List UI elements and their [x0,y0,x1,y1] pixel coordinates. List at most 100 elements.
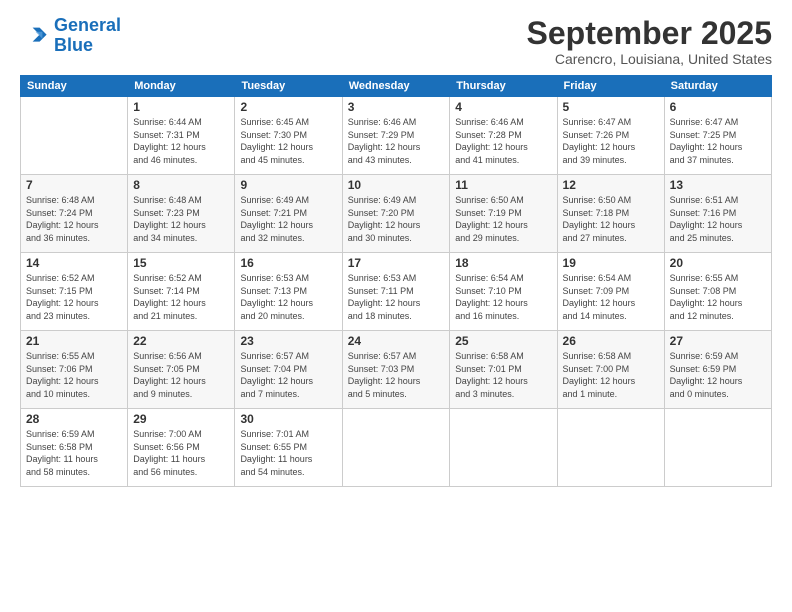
day-info: Sunrise: 6:59 AM Sunset: 6:58 PM Dayligh… [26,428,122,478]
day-number: 22 [133,334,229,348]
day-number: 28 [26,412,122,426]
day-number: 29 [133,412,229,426]
day-info: Sunrise: 6:54 AM Sunset: 7:09 PM Dayligh… [563,272,659,322]
logo-icon [20,22,48,50]
day-number: 13 [670,178,766,192]
header: General Blue September 2025 Carencro, Lo… [20,16,772,67]
calendar-cell: 15 Sunrise: 6:52 AM Sunset: 7:14 PM Dayli… [128,253,235,331]
calendar-week-2: 7Sunrise: 6:48 AM Sunset: 7:24 PM Daylig… [21,175,772,253]
day-info: Sunrise: 6:44 AM Sunset: 7:31 PM Dayligh… [133,116,229,166]
calendar-cell: 11 Sunrise: 6:50 AM Sunset: 7:19 PM Dayli… [450,175,557,253]
calendar-week-1: 1 Sunrise: 6:44 AM Sunset: 7:31 PM Daylig… [21,97,772,175]
col-sunday: Sunday [21,76,128,97]
calendar-cell: 7Sunrise: 6:48 AM Sunset: 7:24 PM Daylig… [21,175,128,253]
day-number: 24 [348,334,445,348]
col-monday: Monday [128,76,235,97]
day-info: Sunrise: 6:46 AM Sunset: 7:29 PM Dayligh… [348,116,445,166]
day-number: 25 [455,334,551,348]
calendar-cell [450,409,557,487]
calendar-cell: 18Sunrise: 6:54 AM Sunset: 7:10 PM Dayli… [450,253,557,331]
day-number: 7 [26,178,122,192]
day-info: Sunrise: 6:58 AM Sunset: 7:01 PM Dayligh… [455,350,551,400]
calendar-cell: 1 Sunrise: 6:44 AM Sunset: 7:31 PM Daylig… [128,97,235,175]
calendar-week-4: 21Sunrise: 6:55 AM Sunset: 7:06 PM Dayli… [21,331,772,409]
calendar-week-3: 14 Sunrise: 6:52 AM Sunset: 7:15 PM Dayli… [21,253,772,331]
day-number: 16 [240,256,336,270]
day-number: 18 [455,256,551,270]
day-info: Sunrise: 6:50 AM Sunset: 7:18 PM Dayligh… [563,194,659,244]
day-info: Sunrise: 6:48 AM Sunset: 7:23 PM Dayligh… [133,194,229,244]
day-number: 4 [455,100,551,114]
day-info: Sunrise: 6:55 AM Sunset: 7:08 PM Dayligh… [670,272,766,322]
day-info: Sunrise: 6:49 AM Sunset: 7:20 PM Dayligh… [348,194,445,244]
day-info: Sunrise: 6:58 AM Sunset: 7:00 PM Dayligh… [563,350,659,400]
day-number: 10 [348,178,445,192]
calendar-table: Sunday Monday Tuesday Wednesday Thursday… [20,75,772,487]
calendar-cell: 19 Sunrise: 6:54 AM Sunset: 7:09 PM Dayli… [557,253,664,331]
calendar-cell: 9 Sunrise: 6:49 AM Sunset: 7:21 PM Daylig… [235,175,342,253]
day-number: 8 [133,178,229,192]
day-info: Sunrise: 6:52 AM Sunset: 7:14 PM Dayligh… [133,272,229,322]
calendar-cell: 10 Sunrise: 6:49 AM Sunset: 7:20 PM Dayli… [342,175,450,253]
day-number: 20 [670,256,766,270]
calendar-cell: 23 Sunrise: 6:57 AM Sunset: 7:04 PM Dayli… [235,331,342,409]
month-title: September 2025 [527,16,772,51]
day-info: Sunrise: 7:00 AM Sunset: 6:56 PM Dayligh… [133,428,229,478]
calendar-week-5: 28 Sunrise: 6:59 AM Sunset: 6:58 PM Dayli… [21,409,772,487]
calendar-cell: 4 Sunrise: 6:46 AM Sunset: 7:28 PM Daylig… [450,97,557,175]
day-number: 17 [348,256,445,270]
calendar-cell: 17 Sunrise: 6:53 AM Sunset: 7:11 PM Dayli… [342,253,450,331]
logo-line1: General [54,15,121,35]
calendar-cell: 24 Sunrise: 6:57 AM Sunset: 7:03 PM Dayli… [342,331,450,409]
day-info: Sunrise: 6:49 AM Sunset: 7:21 PM Dayligh… [240,194,336,244]
calendar-cell: 28 Sunrise: 6:59 AM Sunset: 6:58 PM Dayli… [21,409,128,487]
calendar-cell: 12Sunrise: 6:50 AM Sunset: 7:18 PM Dayli… [557,175,664,253]
day-info: Sunrise: 6:57 AM Sunset: 7:03 PM Dayligh… [348,350,445,400]
day-info: Sunrise: 6:47 AM Sunset: 7:26 PM Dayligh… [563,116,659,166]
calendar-cell: 5Sunrise: 6:47 AM Sunset: 7:26 PM Daylig… [557,97,664,175]
day-number: 11 [455,178,551,192]
calendar-cell: 8 Sunrise: 6:48 AM Sunset: 7:23 PM Daylig… [128,175,235,253]
day-info: Sunrise: 6:59 AM Sunset: 6:59 PM Dayligh… [670,350,766,400]
day-info: Sunrise: 6:52 AM Sunset: 7:15 PM Dayligh… [26,272,122,322]
calendar-cell: 26 Sunrise: 6:58 AM Sunset: 7:00 PM Dayli… [557,331,664,409]
logo: General Blue [20,16,121,56]
calendar-cell: 25 Sunrise: 6:58 AM Sunset: 7:01 PM Dayli… [450,331,557,409]
col-tuesday: Tuesday [235,76,342,97]
page: General Blue September 2025 Carencro, Lo… [0,0,792,612]
calendar-cell [21,97,128,175]
day-info: Sunrise: 6:57 AM Sunset: 7:04 PM Dayligh… [240,350,336,400]
day-info: Sunrise: 6:53 AM Sunset: 7:13 PM Dayligh… [240,272,336,322]
logo-line2: Blue [54,35,93,55]
day-info: Sunrise: 6:47 AM Sunset: 7:25 PM Dayligh… [670,116,766,166]
day-number: 15 [133,256,229,270]
day-number: 6 [670,100,766,114]
day-info: Sunrise: 6:51 AM Sunset: 7:16 PM Dayligh… [670,194,766,244]
day-info: Sunrise: 6:45 AM Sunset: 7:30 PM Dayligh… [240,116,336,166]
calendar-cell: 16 Sunrise: 6:53 AM Sunset: 7:13 PM Dayli… [235,253,342,331]
day-number: 23 [240,334,336,348]
day-number: 14 [26,256,122,270]
day-info: Sunrise: 6:50 AM Sunset: 7:19 PM Dayligh… [455,194,551,244]
day-info: Sunrise: 6:56 AM Sunset: 7:05 PM Dayligh… [133,350,229,400]
calendar-cell [664,409,771,487]
calendar-cell: 21Sunrise: 6:55 AM Sunset: 7:06 PM Dayli… [21,331,128,409]
calendar-cell [342,409,450,487]
day-info: Sunrise: 6:46 AM Sunset: 7:28 PM Dayligh… [455,116,551,166]
calendar-cell: 14 Sunrise: 6:52 AM Sunset: 7:15 PM Dayli… [21,253,128,331]
calendar-header-row: Sunday Monday Tuesday Wednesday Thursday… [21,76,772,97]
day-number: 19 [563,256,659,270]
day-number: 26 [563,334,659,348]
day-number: 1 [133,100,229,114]
calendar-cell: 22 Sunrise: 6:56 AM Sunset: 7:05 PM Dayli… [128,331,235,409]
calendar-cell: 30Sunrise: 7:01 AM Sunset: 6:55 PM Dayli… [235,409,342,487]
calendar-cell: 27Sunrise: 6:59 AM Sunset: 6:59 PM Dayli… [664,331,771,409]
calendar-cell: 29 Sunrise: 7:00 AM Sunset: 6:56 PM Dayli… [128,409,235,487]
title-block: September 2025 Carencro, Louisiana, Unit… [527,16,772,67]
day-number: 2 [240,100,336,114]
col-friday: Friday [557,76,664,97]
col-saturday: Saturday [664,76,771,97]
day-number: 9 [240,178,336,192]
calendar-cell: 6 Sunrise: 6:47 AM Sunset: 7:25 PM Daylig… [664,97,771,175]
day-info: Sunrise: 6:53 AM Sunset: 7:11 PM Dayligh… [348,272,445,322]
